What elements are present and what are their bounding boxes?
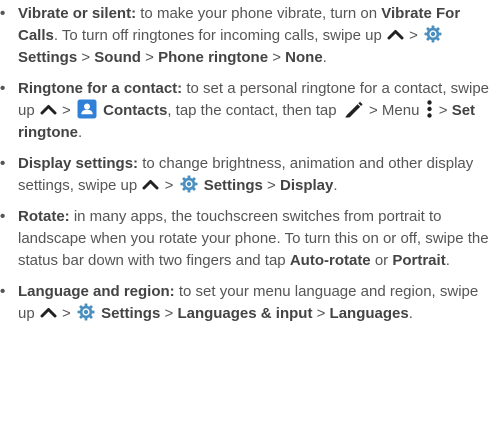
list-item-language-region: • Language and region: to set your menu … <box>0 281 503 325</box>
item-text: . <box>445 252 450 269</box>
chevron-up-icon <box>142 179 159 190</box>
separator: > <box>164 177 174 194</box>
help-page: • Vibrate or silent: to make your phone … <box>0 0 503 438</box>
item-text: . <box>408 305 413 322</box>
bold-term: Display <box>279 177 334 194</box>
bullet: • <box>0 283 6 300</box>
item-title: Display settings: <box>18 155 139 172</box>
separator: > <box>145 49 154 66</box>
list-item-rotate: • Rotate: in many apps, the touchscreen … <box>0 206 503 272</box>
separator: > <box>316 305 326 322</box>
bold-term: Settings <box>203 177 263 194</box>
separator: > <box>438 102 448 119</box>
chevron-up-icon <box>40 307 57 318</box>
bold-term: Auto-rotate <box>289 252 371 269</box>
item-text: . <box>78 124 83 141</box>
list-item-display-settings: • Display settings: to change brightness… <box>0 153 503 197</box>
bullet: • <box>0 155 6 172</box>
list-item-ringtone-contact: • Ringtone for a contact: to set a perso… <box>0 78 503 144</box>
bullet: • <box>0 5 6 22</box>
kebab-menu-icon <box>426 100 432 118</box>
pencil-icon <box>344 101 363 118</box>
separator: > <box>164 305 174 322</box>
bold-term: Portrait <box>392 252 446 269</box>
chevron-up-icon <box>387 29 404 40</box>
item-title: Rotate: <box>18 208 70 225</box>
separator: > <box>62 102 71 119</box>
separator: > <box>272 49 281 66</box>
gear-icon <box>180 175 198 193</box>
separator: > <box>81 49 91 66</box>
item-title: Ringtone for a contact: <box>18 80 183 97</box>
item-text: , tap the contact, then tap <box>167 102 337 119</box>
contacts-app-icon <box>77 99 97 119</box>
item-title: Vibrate or silent: <box>18 5 137 22</box>
item-text: or <box>374 252 389 269</box>
item-title: Language and region: <box>18 283 175 300</box>
bold-term: Sound <box>94 49 141 66</box>
chevron-up-icon <box>40 104 57 115</box>
gear-icon <box>77 303 95 321</box>
bold-term: Languages & input <box>177 305 313 322</box>
separator: > <box>62 305 71 322</box>
bold-term: Contacts <box>103 102 168 119</box>
gear-icon <box>424 25 442 43</box>
item-text: to make your phone vibrate, turn on <box>140 5 378 22</box>
list-item-vibrate-silent: • Vibrate or silent: to make your phone … <box>0 3 503 69</box>
bullet: • <box>0 80 6 97</box>
item-text: . <box>333 177 338 194</box>
bold-term: Settings <box>101 305 161 322</box>
bold-term: Languages <box>329 305 409 322</box>
bullet: • <box>0 208 6 225</box>
bold-term: None <box>285 49 323 66</box>
separator: > <box>409 27 418 44</box>
separator: > <box>267 177 276 194</box>
item-text: . To turn off ringtones for incoming cal… <box>53 27 382 44</box>
bold-term: Settings <box>18 49 78 66</box>
bold-term: Phone ringtone <box>158 49 269 66</box>
item-text: . <box>322 49 327 66</box>
item-text: > Menu <box>368 102 420 119</box>
